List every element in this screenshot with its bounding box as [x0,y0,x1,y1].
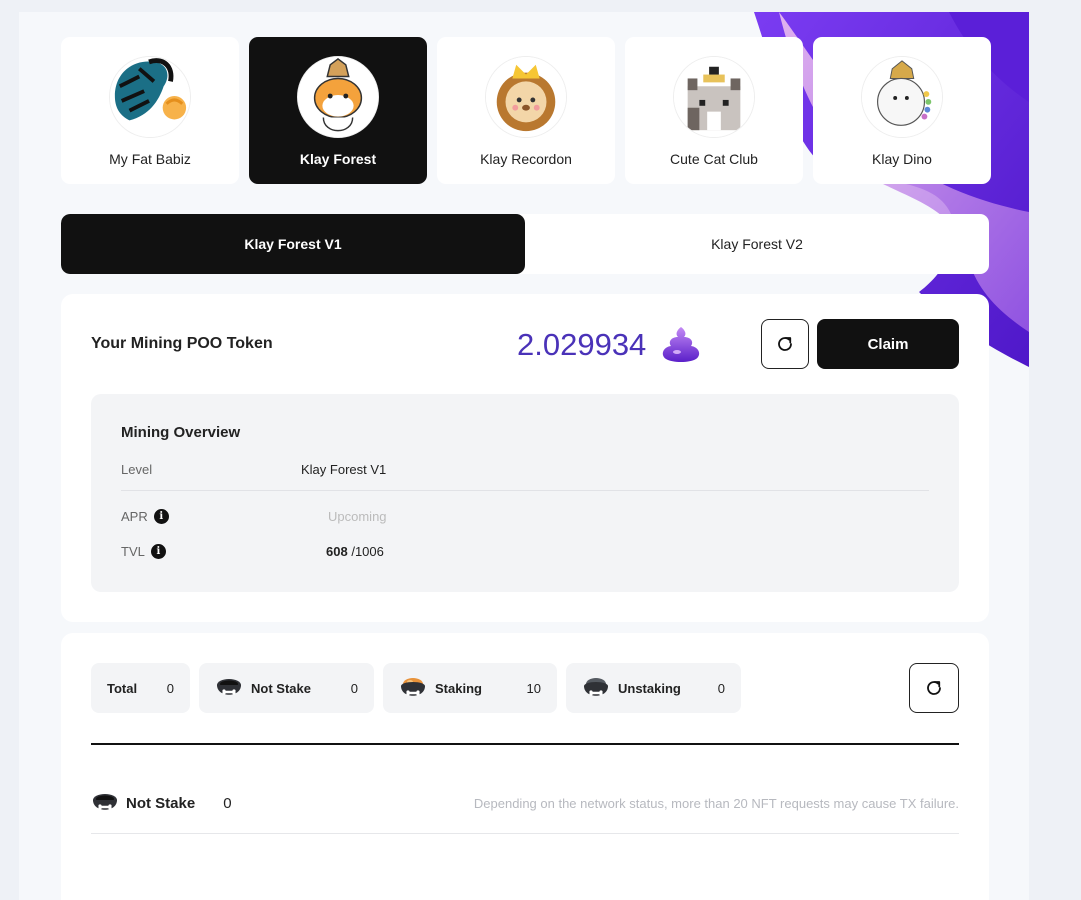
refresh-icon [778,337,792,351]
tvl-total: /1006 [351,544,384,559]
info-icon[interactable]: i [150,544,166,559]
section-divider [91,743,959,745]
collection-selector: My Fat Babiz Klay Forest Klay Recordon C… [61,37,991,184]
dino-avatar-icon [861,56,943,138]
refresh-mining-button[interactable] [761,319,809,369]
bowl-dark-icon [584,678,608,696]
apr-value: Upcoming [328,509,387,524]
mining-token-title: Your Mining POO Token [91,335,273,352]
level-label: Level [121,462,153,477]
bowl-empty-icon [93,794,117,810]
mining-token-amount: 2.029934 [517,327,647,362]
stat-chip-not-stake[interactable]: Not Stake 0 [199,663,374,713]
collection-card-cute-cat-club[interactable]: Cute Cat Club [625,37,803,184]
tab-klay-forest-v1[interactable]: Klay Forest V1 [61,214,525,274]
overview-row-level: Level Klay Forest V1 [121,458,929,482]
stat-label: Total [107,680,138,696]
collection-card-label: Klay Dino [872,151,932,167]
overview-row-apr: APR i Upcoming [121,505,929,529]
overview-divider [121,490,929,491]
refresh-nft-button[interactable] [909,663,959,713]
tvl-label: TVL [121,544,145,559]
stat-chip-total[interactable]: Total 0 [91,663,190,713]
stat-chip-unstaking[interactable]: Unstaking 0 [566,663,741,713]
nft-stat-chips: Total 0 Not Stake 0 Staking 10 Unstaking… [91,663,741,713]
main-panel: My Fat Babiz Klay Forest Klay Recordon C… [19,12,1029,900]
tvl-current: 608 [326,544,348,559]
stat-label: Staking [435,680,482,696]
tvl-value: 608 /1006 [326,544,384,559]
bowl-full-icon [401,678,425,696]
stat-chip-staking[interactable]: Staking 10 [383,663,557,713]
mining-overview-title: Mining Overview [121,424,241,441]
stat-value: 0 [717,680,725,696]
stat-label: Unstaking [618,680,681,696]
version-tabs: Klay Forest V1 Klay Forest V2 [61,214,989,274]
stat-value: 0 [350,680,358,696]
collection-card-label: Klay Recordon [480,151,572,167]
bowl-empty-icon [217,679,241,695]
overview-row-tvl: TVL i 608 /1006 [121,540,929,564]
not-stake-count: 0 [223,794,232,812]
info-icon[interactable]: i [153,509,169,524]
claim-button[interactable]: Claim [817,319,959,369]
not-stake-header: Not Stake 0 Depending on the network sta… [91,788,959,818]
collection-card-my-fat-babiz[interactable]: My Fat Babiz [61,37,239,184]
not-stake-label: Not Stake [126,794,196,812]
collection-card-klay-forest[interactable]: Klay Forest [249,37,427,184]
stat-value: 0 [166,680,174,696]
mining-overview: Mining Overview Level Klay Forest V1 APR… [91,394,959,592]
level-value: Klay Forest V1 [301,462,387,477]
lion-avatar-icon [485,56,567,138]
network-warning-note: Depending on the network status, more th… [473,795,959,811]
nft-staking-card: Total 0 Not Stake 0 Staking 10 Unstaking… [61,633,989,900]
collection-card-klay-dino[interactable]: Klay Dino [813,37,991,184]
collection-card-label: Cute Cat Club [670,151,758,167]
poo-token-icon [662,327,700,362]
mining-card: Your Mining POO Token 2.029934 Claim Min… [61,294,989,622]
collection-card-label: My Fat Babiz [109,151,191,167]
cat-avatar-icon [673,56,755,138]
apr-label: APR [121,509,148,524]
collection-card-klay-recordon[interactable]: Klay Recordon [437,37,615,184]
klay-forest-avatar-icon [297,56,379,138]
row-divider [91,833,959,834]
refresh-icon [927,681,941,695]
stat-value: 10 [526,680,541,696]
stat-label: Not Stake [251,680,311,696]
collection-card-label: Klay Forest [299,151,377,167]
tab-klay-forest-v2[interactable]: Klay Forest V2 [525,214,989,274]
fat-babiz-avatar-icon [109,56,191,138]
